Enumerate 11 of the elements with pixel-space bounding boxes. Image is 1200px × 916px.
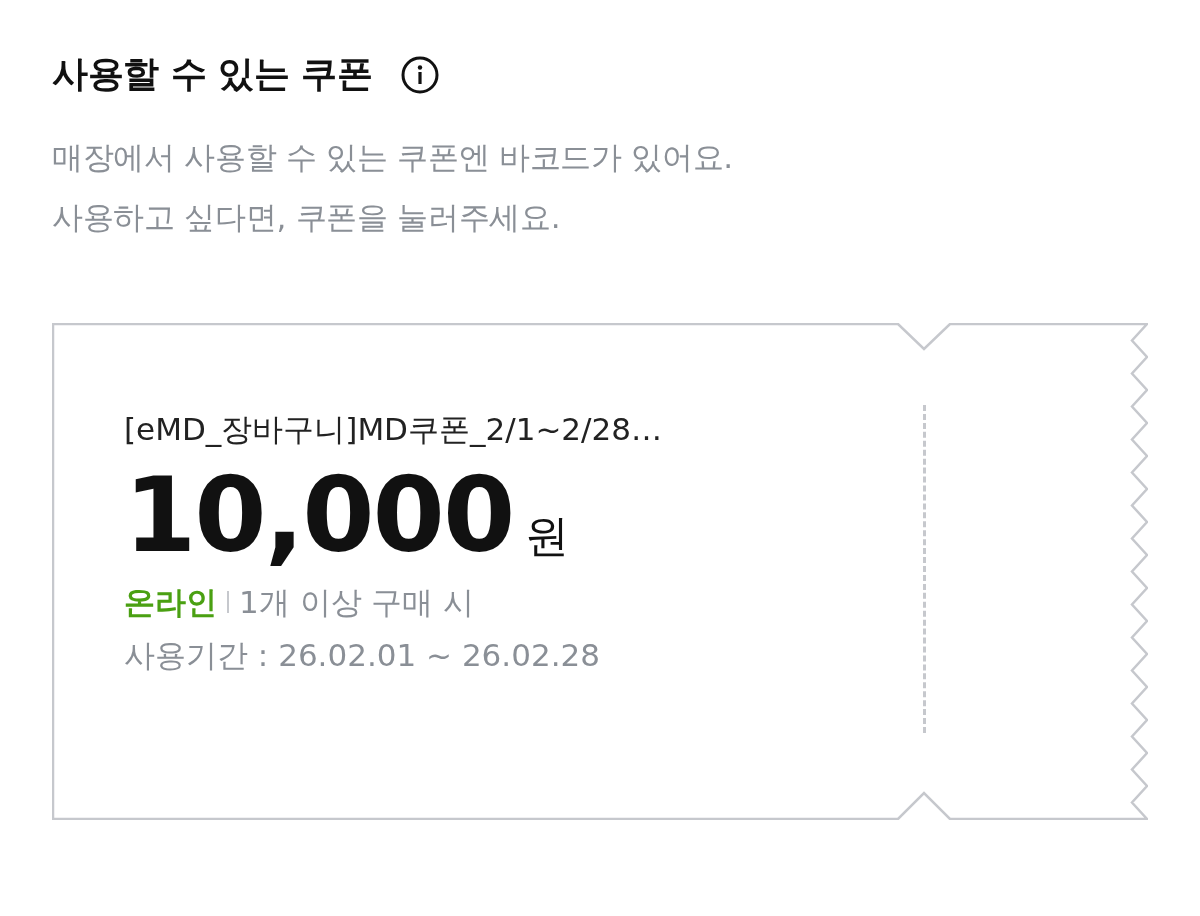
description-text: 사용하고 싶다면, 쿠폰을 눌러주세요. <box>52 198 562 237</box>
validity-period: 사용기간 : 26.02.01 ~ 26.02.28 <box>124 636 601 675</box>
coupon-amount: 10,000 <box>124 457 514 573</box>
condition-text: 1개 이상 구매 시 <box>239 583 475 622</box>
info-icon[interactable] <box>400 54 441 95</box>
currency-unit: 원 <box>525 509 570 563</box>
channel-label: 온라인 <box>124 583 217 622</box>
section-title: 사용할 수 있는 쿠폰 <box>52 52 373 96</box>
coupon-card[interactable]: [eMD_장바구니]MD쿠폰_2/1~2/28… 10,000 원 온라인 1개 이상 구매 시 사용기간 : 26.02.01 ~ 26.02.28 <box>52 323 1148 820</box>
coupon-name: [eMD_장바구니]MD쿠폰_2/1~2/28… <box>124 410 663 449</box>
description-text: 매장에서 사용할 수 있는 쿠폰엔 바코드가 있어요. <box>52 138 734 177</box>
